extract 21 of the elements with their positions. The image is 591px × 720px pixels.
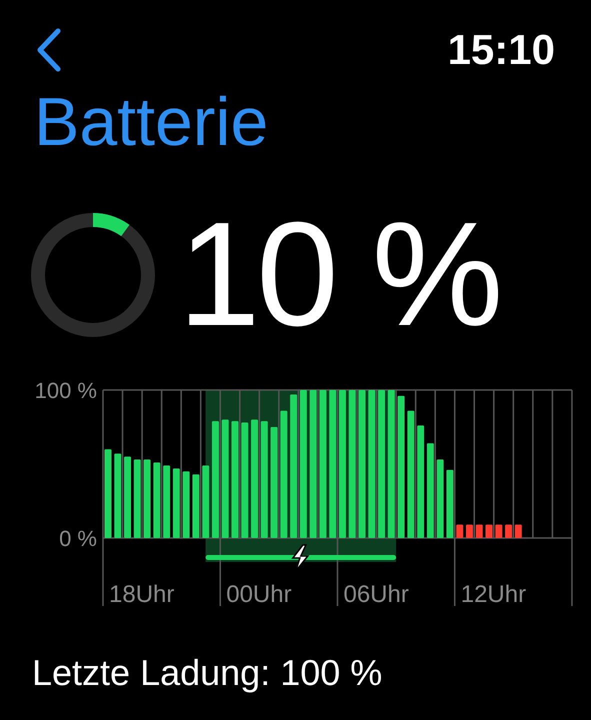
x-axis-label: 12Uhr xyxy=(460,581,526,608)
x-axis-label: 06Uhr xyxy=(343,581,409,608)
battery-bar xyxy=(466,524,473,538)
clock-time: 15:10 xyxy=(448,26,555,74)
battery-bar xyxy=(476,524,483,538)
battery-bar xyxy=(514,524,522,538)
battery-bar xyxy=(486,524,492,538)
y-axis-label: 100 % xyxy=(34,380,97,403)
battery-bar xyxy=(456,524,464,538)
battery-bar xyxy=(446,470,454,538)
y-axis-label: 0 % xyxy=(59,526,97,551)
battery-bar xyxy=(495,524,502,538)
battery-bar xyxy=(172,468,180,538)
battery-bar xyxy=(182,471,190,538)
last-charge-text: Letzte Ladung: 100 % xyxy=(32,652,384,694)
x-axis-label: 18Uhr xyxy=(109,581,174,608)
battery-percentage: 10 % xyxy=(178,200,500,350)
battery-bar xyxy=(192,474,200,538)
x-axis-label: 00Uhr xyxy=(226,581,292,608)
battery-bar xyxy=(505,524,512,538)
page-title: Batterie xyxy=(34,83,270,162)
